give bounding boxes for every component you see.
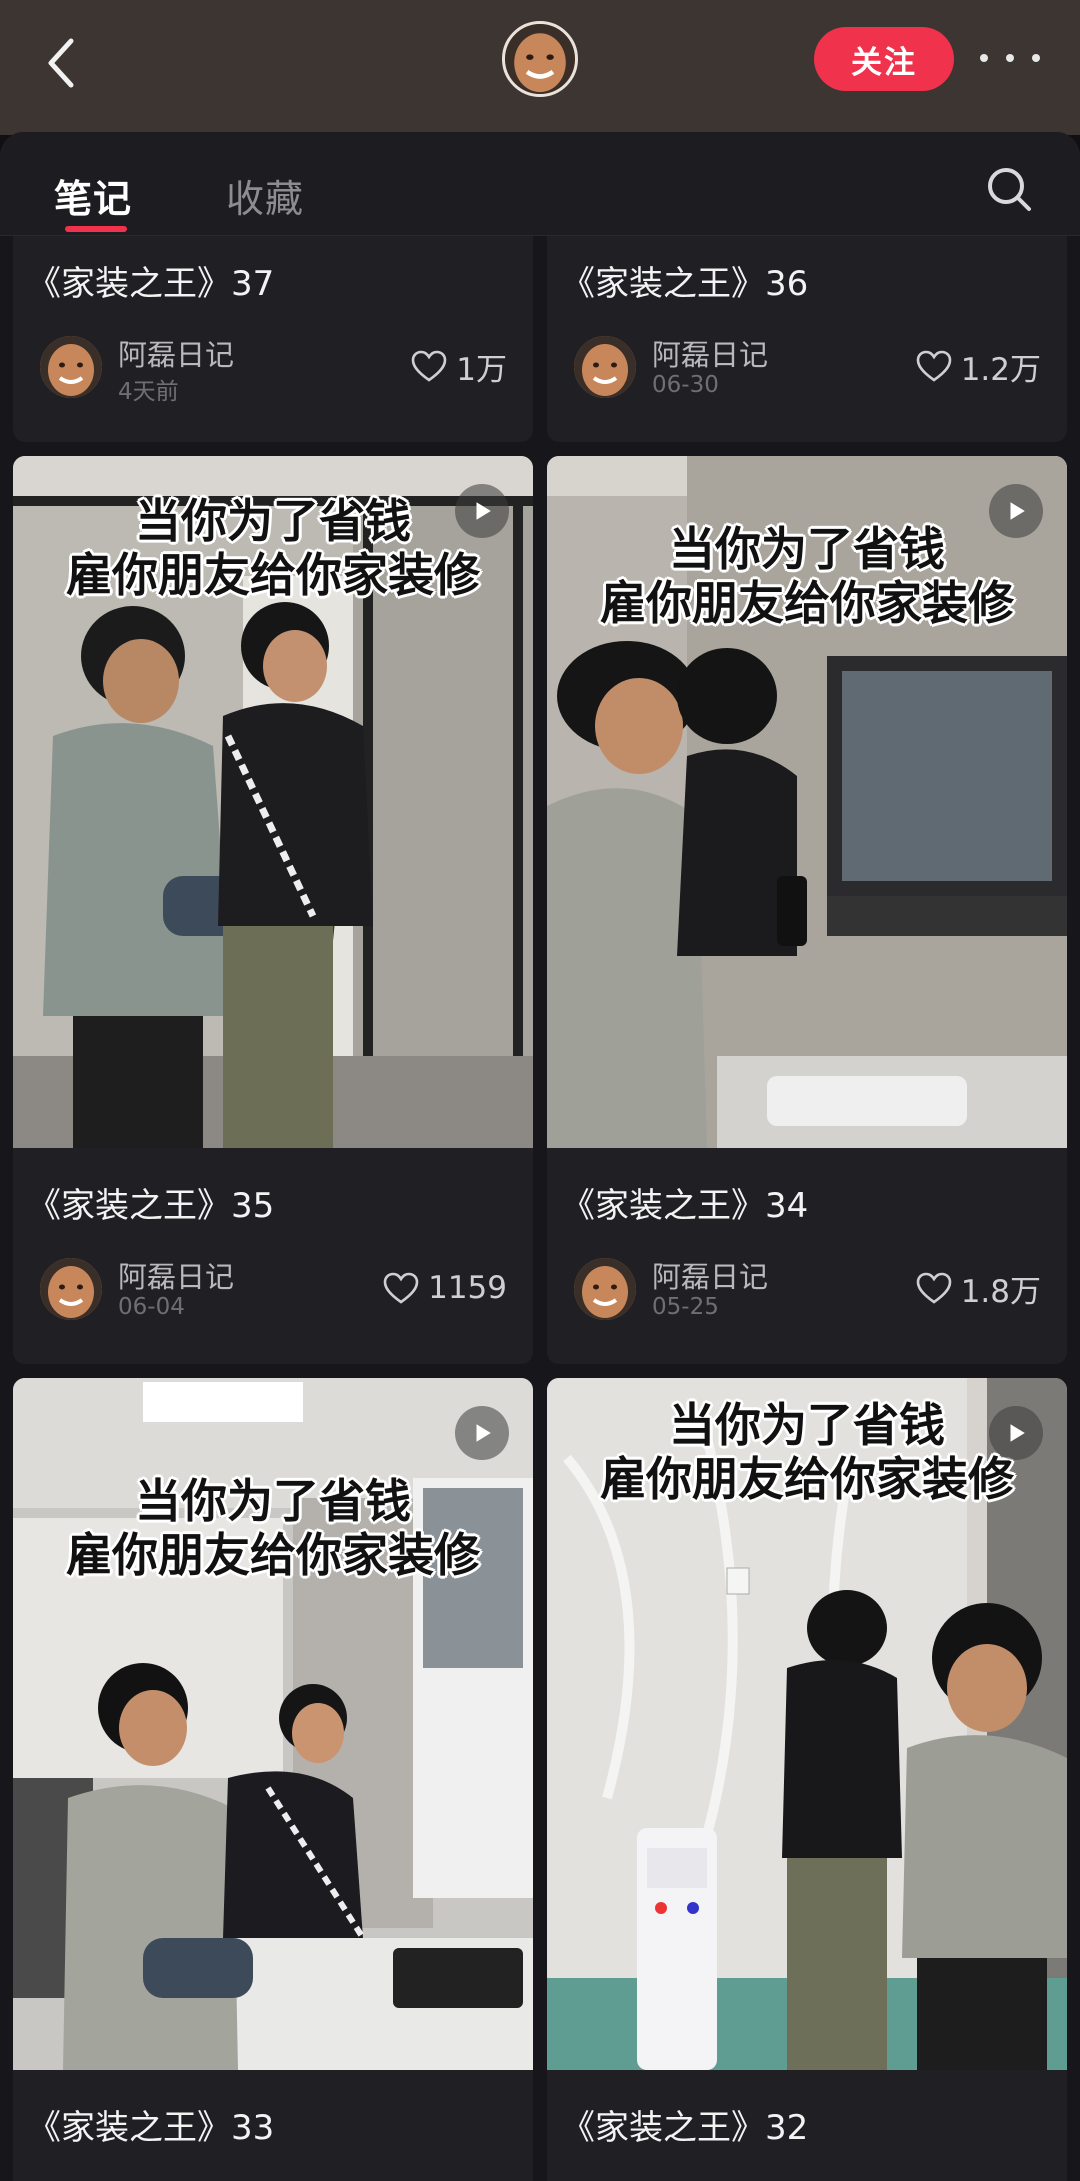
post-date: 06-04 [118, 1294, 185, 1320]
note-cover-image[interactable]: 当你为了省钱 雇你朋友给你家装修 [547, 456, 1067, 1148]
profile-avatar[interactable] [502, 21, 578, 97]
author-avatar[interactable] [40, 336, 102, 398]
note-title: 《家装之王》37 [27, 264, 275, 304]
play-icon [455, 484, 509, 538]
heart-icon [916, 1272, 951, 1304]
author-name: 阿磊日记 [118, 1260, 235, 1294]
note-card[interactable]: 《家装之王》36 阿磊日记 06-30 1.2万 [547, 236, 1067, 442]
like-button[interactable]: 1159 [382, 1266, 507, 1310]
author-avatar[interactable] [40, 1258, 102, 1320]
tab-saved[interactable]: 收藏 [226, 168, 304, 223]
like-button[interactable]: 1.8万 [915, 1266, 1041, 1310]
like-count: 1.8万 [960, 1273, 1041, 1310]
author-row: 阿磊日记 05-25 1.8万 [547, 1254, 1067, 1324]
author-avatar[interactable] [574, 336, 636, 398]
search-icon [988, 168, 1031, 211]
heart-icon [411, 350, 447, 382]
author-name: 阿磊日记 [652, 1260, 769, 1294]
like-count: 1159 [428, 1270, 507, 1306]
cover-caption: 当你为了省钱 雇你朋友给你家装修 [600, 1398, 1014, 1506]
note-cover-image[interactable]: 当你为了省钱 雇你朋友给你家装修 [13, 456, 533, 1148]
like-button[interactable]: 1万 [410, 344, 507, 388]
post-date: 4天前 [118, 379, 179, 405]
follow-button[interactable]: 关注 [814, 27, 954, 91]
back-button[interactable] [36, 34, 88, 92]
heart-icon [383, 1272, 419, 1304]
heart-icon [916, 350, 951, 382]
play-icon [989, 484, 1043, 538]
active-tab-indicator [65, 226, 127, 232]
post-date: 06-30 [652, 372, 719, 398]
author-row: 阿磊日记 06-04 1159 [13, 1254, 533, 1324]
note-cover-image[interactable]: 当你为了省钱 雇你朋友给你家装修 [547, 1378, 1067, 2070]
like-count: 1万 [456, 351, 507, 388]
cover-caption: 当你为了省钱 雇你朋友给你家装修 [66, 1474, 480, 1582]
tab-bar: 笔记 收藏 [0, 132, 1080, 236]
note-cover-image[interactable]: 当你为了省钱 雇你朋友给你家装修 [13, 1378, 533, 2070]
post-date: 05-25 [652, 1294, 719, 1320]
author-row: 阿磊日记 06-30 1.2万 [547, 332, 1067, 402]
note-title: 《家装之王》35 [27, 1186, 275, 1226]
cover-caption: 当你为了省钱 雇你朋友给你家装修 [600, 522, 1014, 630]
note-title: 《家装之王》36 [561, 264, 809, 304]
top-bar: 关注 [0, 0, 1080, 135]
author-row: 阿磊日记 4天前 1万 [13, 332, 533, 405]
like-button[interactable]: 1.2万 [915, 344, 1041, 388]
note-title: 《家装之王》34 [561, 1186, 809, 1226]
note-card[interactable]: 当你为了省钱 雇你朋友给你家装修 《家装之王》32 [547, 1378, 1067, 2181]
play-icon [455, 1406, 509, 1460]
note-card[interactable]: 当你为了省钱 雇你朋友给你家装修 《家装之王》34 阿磊日记 05-25 1.8… [547, 456, 1067, 1364]
author-name: 阿磊日记 [118, 338, 235, 372]
note-card[interactable]: 《家装之王》37 阿磊日记 4天前 1万 [13, 236, 533, 442]
chevron-left-icon [48, 38, 74, 88]
author-name: 阿磊日记 [652, 338, 769, 372]
search-button[interactable] [984, 164, 1034, 214]
tab-notes[interactable]: 笔记 [54, 168, 132, 223]
note-title: 《家装之王》32 [561, 2108, 809, 2148]
note-card[interactable]: 当你为了省钱 雇你朋友给你家装修 《家装之王》33 [13, 1378, 533, 2181]
note-title: 《家装之王》33 [27, 2108, 275, 2148]
play-icon [989, 1406, 1043, 1460]
note-card[interactable]: 当你为了省钱 雇你朋友给你家装修 《家装之王》35 阿磊日记 06-04 115… [13, 456, 533, 1364]
author-avatar[interactable] [574, 1258, 636, 1320]
more-dots-icon[interactable] [980, 40, 1040, 76]
like-count: 1.2万 [960, 351, 1041, 388]
